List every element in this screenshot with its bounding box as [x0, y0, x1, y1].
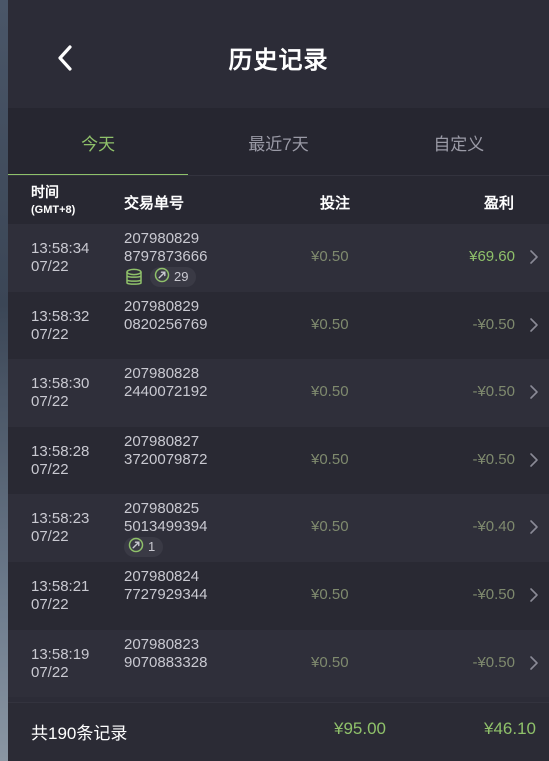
- header-time-label: 时间: [31, 184, 59, 200]
- row-order-line1: 207980824: [124, 567, 200, 585]
- record-row[interactable]: 13:58:21 07/22 207980824 7727929344 ¥0.50 -¥0…: [8, 561, 549, 630]
- total-bet: ¥95.00: [334, 719, 386, 738]
- total-profit: ¥46.10: [484, 719, 536, 738]
- row-time-date: 07/22: [31, 460, 69, 478]
- chevron-right-icon: [530, 452, 538, 467]
- header-profit: 盈利: [484, 195, 515, 212]
- row-time-date: 07/22: [31, 528, 69, 546]
- row-time: 13:58:19 07/22: [31, 646, 89, 682]
- link-count-badge: 29: [150, 267, 197, 288]
- chevron-right-icon: [530, 588, 538, 602]
- row-order-line1: 207980825: [124, 500, 200, 518]
- row-order-line2: 0820256769: [124, 315, 208, 333]
- row-time-clock: 13:58:30: [31, 375, 90, 393]
- header: 历史记录: [8, 0, 549, 108]
- chevron-right-icon: [530, 250, 538, 264]
- row-time-date: 07/22: [31, 325, 69, 343]
- row-profit: -¥0.50: [472, 585, 515, 603]
- row-order: 207980829 0820256769: [124, 298, 207, 334]
- row-time: 13:58:23 07/22: [31, 510, 89, 546]
- table-header: 时间 (GMT+8) 交易单号 投注 盈利: [8, 176, 549, 224]
- header-timezone: (GMT+8): [31, 204, 76, 216]
- row-bet: ¥0.50: [311, 518, 349, 536]
- record-row[interactable]: 13:58:32 07/22 207980829 0820256769 ¥0.50 -¥0…: [8, 291, 549, 360]
- row-time: 13:58:28 07/22: [31, 443, 89, 479]
- link-icon: [128, 537, 144, 558]
- tab-today[interactable]: 今天: [8, 108, 189, 176]
- row-order-line2: 9070883328: [124, 653, 208, 671]
- row-time-clock: 13:58:21: [31, 577, 90, 595]
- row-order: 207980828 2440072192: [124, 365, 207, 401]
- summary-bar: 共190条记录 ¥95.00 ¥46.10: [8, 702, 549, 761]
- row-time-date: 07/22: [31, 663, 69, 681]
- page-title: 历史记录: [228, 47, 329, 74]
- row-time-clock: 13:58:28: [31, 442, 90, 460]
- row-bet: ¥0.50: [311, 383, 349, 401]
- row-time-clock: 13:58:32: [31, 307, 90, 325]
- link-count: 1: [148, 539, 156, 555]
- row-order: 207980823 9070883328: [124, 636, 207, 672]
- row-order-line1: 207980829: [124, 297, 200, 315]
- row-order-line1: 207980829: [124, 230, 200, 247]
- record-row[interactable]: 13:58:19 07/22 207980823 9070883328 ¥0.50 -¥0…: [8, 629, 549, 698]
- row-time-date: 07/22: [31, 595, 69, 613]
- row-order-line2: 7727929344: [124, 585, 208, 603]
- row-bet: ¥0.50: [311, 248, 349, 265]
- row-profit: -¥0.50: [472, 450, 515, 468]
- row-profit: -¥0.50: [472, 653, 515, 671]
- row-order: 207980827 3720079872: [124, 433, 207, 469]
- row-profit: ¥69.60: [469, 248, 515, 265]
- record-row[interactable]: 13:58:30 07/22 207980828 2440072192 ¥0.50 -¥0…: [8, 359, 549, 427]
- row-bet: ¥0.50: [311, 653, 349, 671]
- row-time-clock: 13:58:19: [31, 645, 90, 663]
- row-badges: 1: [124, 537, 207, 558]
- link-count: 29: [174, 269, 189, 284]
- row-order-line1: 207980827: [124, 432, 200, 450]
- row-time: 13:58:34 07/22: [31, 240, 89, 276]
- row-profit: -¥0.40: [472, 518, 515, 536]
- row-order-line2: 8797873666: [124, 248, 208, 265]
- chevron-right-icon: [530, 520, 538, 535]
- row-order: 207980824 7727929344: [124, 568, 207, 604]
- row-time-clock: 13:58:23: [31, 510, 90, 528]
- row-order: 207980825 5013499394 1: [124, 500, 208, 558]
- row-order-line2: 3720079872: [124, 450, 208, 468]
- record-row[interactable]: 13:58:23 07/22 207980825 5013499394 1 ¥0.50 -¥…: [8, 494, 549, 562]
- record-row[interactable]: 13:58:28 07/22 207980827 3720079872 ¥0.50 -¥0…: [8, 426, 549, 495]
- row-time: 13:58:30 07/22: [31, 375, 89, 411]
- chevron-right-icon: [530, 385, 538, 399]
- row-time-date: 07/22: [31, 258, 69, 275]
- row-time-date: 07/22: [31, 393, 69, 411]
- row-bet: ¥0.50: [311, 315, 349, 333]
- chevron-right-icon: [530, 655, 538, 670]
- history-screen: 历史记录 今天 最近7天 自定义 时间 (GMT+8) 交易单号 投注 盈利 1…: [8, 0, 549, 761]
- record-list: 13:58:34 07/22 207980829 8797873666 29 ¥0.50 ¥…: [8, 224, 549, 698]
- row-order: 207980829 8797873666 29: [124, 230, 207, 287]
- link-count-badge: 1: [124, 537, 164, 558]
- chevron-right-icon: [530, 317, 538, 332]
- row-order-line2: 5013499394: [124, 518, 208, 536]
- coins-icon: [124, 268, 144, 286]
- row-order-line2: 2440072192: [124, 383, 208, 401]
- header-time: 时间 (GMT+8): [31, 184, 75, 218]
- row-order-line1: 207980828: [124, 365, 200, 383]
- link-icon: [154, 267, 170, 288]
- total-records: 共190条记录: [31, 724, 128, 743]
- row-profit: -¥0.50: [472, 315, 515, 333]
- row-time: 13:58:21 07/22: [31, 578, 89, 614]
- row-time: 13:58:32 07/22: [31, 308, 89, 344]
- tab-bar: 今天 最近7天 自定义: [8, 108, 549, 176]
- tab-custom[interactable]: 自定义: [369, 108, 549, 176]
- row-bet: ¥0.50: [311, 450, 349, 468]
- record-row[interactable]: 13:58:34 07/22 207980829 8797873666 29 ¥0.50 ¥…: [8, 224, 549, 292]
- background-strip: [0, 0, 8, 761]
- row-time-clock: 13:58:34: [31, 240, 90, 257]
- row-order-line1: 207980823: [124, 635, 200, 653]
- tab-last-7-days[interactable]: 最近7天: [188, 108, 368, 176]
- header-bet: 投注: [320, 195, 351, 212]
- row-badges: 29: [124, 267, 207, 287]
- row-bet: ¥0.50: [311, 585, 349, 603]
- header-order: 交易单号: [124, 195, 185, 212]
- row-profit: -¥0.50: [472, 383, 515, 401]
